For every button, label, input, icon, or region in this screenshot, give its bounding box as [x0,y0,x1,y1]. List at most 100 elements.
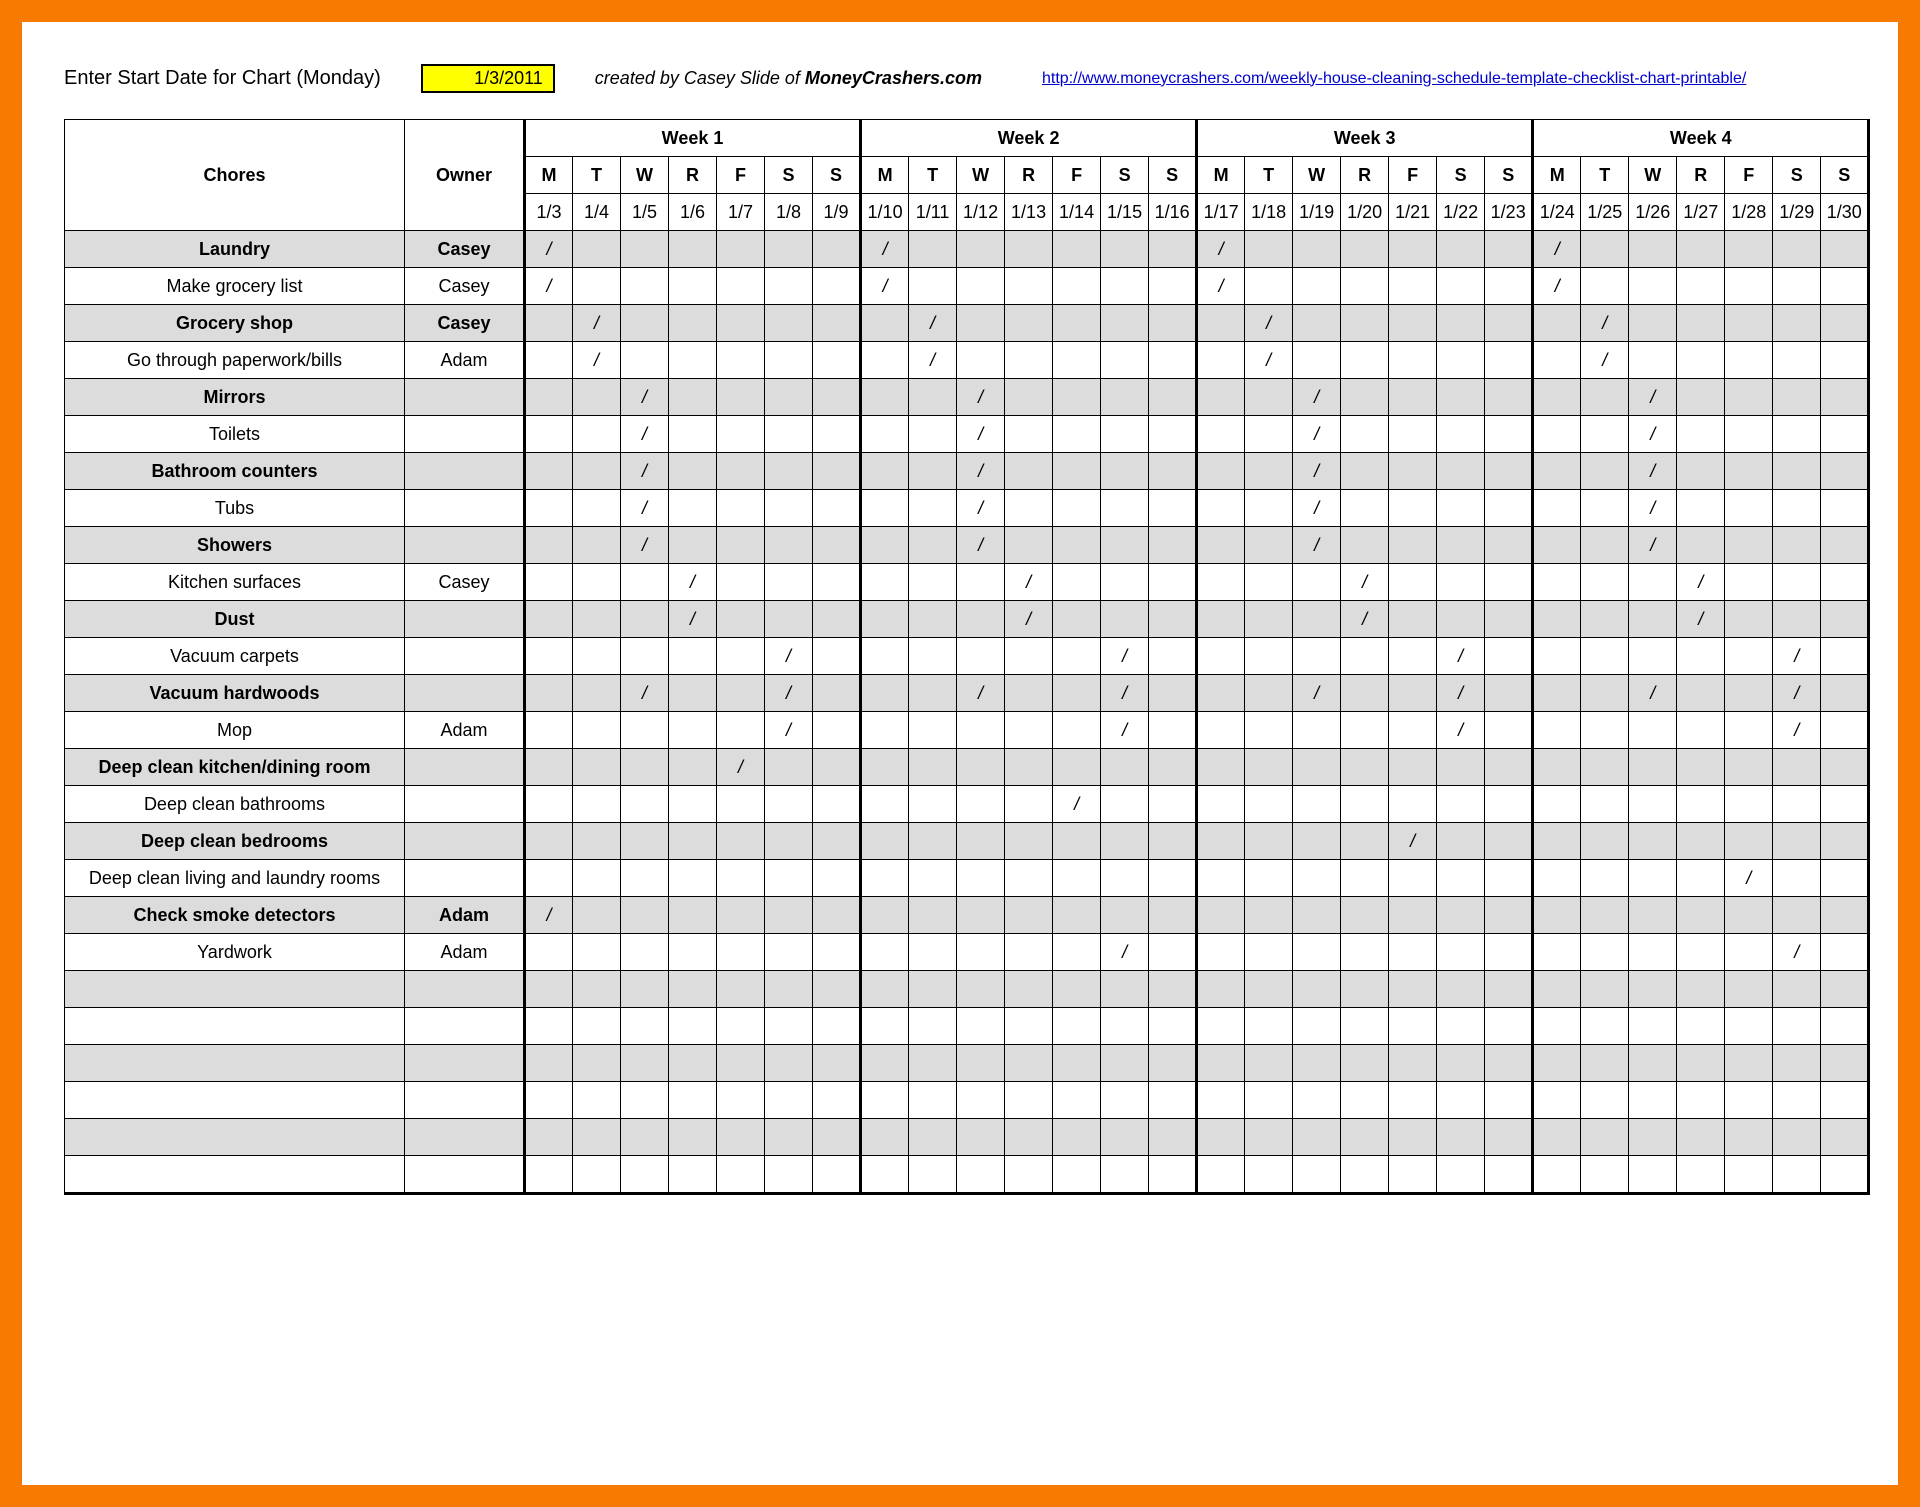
day-cell[interactable] [1293,934,1341,971]
day-cell[interactable]: / [1293,379,1341,416]
day-cell[interactable] [1341,749,1389,786]
day-cell[interactable] [1245,379,1293,416]
day-cell[interactable] [1197,1156,1245,1194]
day-cell[interactable] [1629,971,1677,1008]
day-cell[interactable] [1437,1156,1485,1194]
day-cell[interactable] [813,860,861,897]
chore-cell[interactable]: Make grocery list [65,268,405,305]
day-cell[interactable] [1485,601,1533,638]
day-cell[interactable]: / [621,379,669,416]
day-cell[interactable] [1389,1156,1437,1194]
day-cell[interactable] [1197,490,1245,527]
day-cell[interactable] [957,749,1005,786]
day-cell[interactable] [1773,897,1821,934]
day-cell[interactable] [1197,1119,1245,1156]
day-cell[interactable] [717,342,765,379]
day-cell[interactable] [621,897,669,934]
day-cell[interactable] [813,971,861,1008]
day-cell[interactable] [1245,971,1293,1008]
day-cell[interactable] [1677,1082,1725,1119]
day-cell[interactable] [1629,934,1677,971]
day-cell[interactable] [1485,1156,1533,1194]
day-cell[interactable] [813,416,861,453]
day-cell[interactable]: / [1629,527,1677,564]
day-cell[interactable]: / [1581,342,1629,379]
day-cell[interactable]: / [861,231,909,268]
day-cell[interactable] [1485,823,1533,860]
day-cell[interactable] [813,823,861,860]
day-cell[interactable] [1197,601,1245,638]
day-cell[interactable] [525,786,573,823]
day-cell[interactable] [1245,453,1293,490]
day-cell[interactable] [1821,675,1869,712]
day-cell[interactable] [1101,416,1149,453]
day-cell[interactable] [525,823,573,860]
day-cell[interactable]: / [1581,305,1629,342]
day-cell[interactable]: / [573,342,621,379]
day-cell[interactable] [1149,749,1197,786]
owner-cell[interactable]: Adam [405,712,525,749]
day-cell[interactable] [1773,601,1821,638]
day-cell[interactable] [621,1156,669,1194]
day-cell[interactable] [909,453,957,490]
day-cell[interactable] [909,1008,957,1045]
day-cell[interactable] [1245,638,1293,675]
day-cell[interactable] [1725,1045,1773,1082]
day-cell[interactable] [1821,860,1869,897]
day-cell[interactable] [717,305,765,342]
day-cell[interactable] [1725,675,1773,712]
day-cell[interactable] [621,712,669,749]
day-cell[interactable] [1341,1045,1389,1082]
day-cell[interactable] [1533,416,1581,453]
day-cell[interactable] [765,1156,813,1194]
day-cell[interactable] [1485,231,1533,268]
chore-cell[interactable]: Tubs [65,490,405,527]
day-cell[interactable] [1581,786,1629,823]
day-cell[interactable] [1581,416,1629,453]
day-cell[interactable] [1005,897,1053,934]
owner-cell[interactable]: Adam [405,342,525,379]
day-cell[interactable] [573,1008,621,1045]
day-cell[interactable] [1437,786,1485,823]
day-cell[interactable] [1581,934,1629,971]
day-cell[interactable] [717,638,765,675]
day-cell[interactable] [1197,1045,1245,1082]
day-cell[interactable] [1341,268,1389,305]
day-cell[interactable] [1581,749,1629,786]
day-cell[interactable] [1629,823,1677,860]
day-cell[interactable] [1533,305,1581,342]
day-cell[interactable]: / [621,527,669,564]
day-cell[interactable] [1341,342,1389,379]
day-cell[interactable] [765,971,813,1008]
day-cell[interactable] [861,490,909,527]
chore-cell[interactable]: Deep clean bedrooms [65,823,405,860]
day-cell[interactable] [1197,416,1245,453]
day-cell[interactable]: / [1773,638,1821,675]
day-cell[interactable] [1053,1045,1101,1082]
chore-cell[interactable]: Go through paperwork/bills [65,342,405,379]
day-cell[interactable] [765,601,813,638]
day-cell[interactable] [1821,1119,1869,1156]
day-cell[interactable]: / [1533,268,1581,305]
day-cell[interactable] [1389,638,1437,675]
day-cell[interactable] [1677,342,1725,379]
day-cell[interactable] [1005,342,1053,379]
day-cell[interactable] [1629,305,1677,342]
day-cell[interactable] [1533,564,1581,601]
chore-cell[interactable] [65,1008,405,1045]
day-cell[interactable] [573,1082,621,1119]
day-cell[interactable] [1437,416,1485,453]
day-cell[interactable] [1533,342,1581,379]
day-cell[interactable] [1629,638,1677,675]
day-cell[interactable] [1629,231,1677,268]
day-cell[interactable] [1437,527,1485,564]
day-cell[interactable] [1821,490,1869,527]
day-cell[interactable] [909,268,957,305]
day-cell[interactable] [909,416,957,453]
day-cell[interactable] [669,379,717,416]
day-cell[interactable] [909,934,957,971]
day-cell[interactable] [1245,1156,1293,1194]
day-cell[interactable] [1677,1156,1725,1194]
day-cell[interactable] [573,527,621,564]
day-cell[interactable] [1725,416,1773,453]
